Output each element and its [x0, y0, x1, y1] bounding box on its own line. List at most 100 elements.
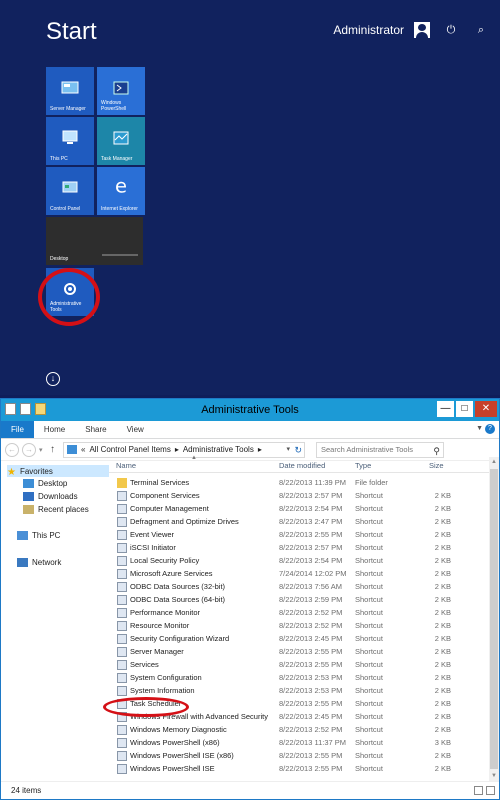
breadcrumb-administrative-tools[interactable]: Administrative Tools [183, 445, 254, 454]
file-date-modified: 8/22/2013 2:53 PM [279, 673, 343, 682]
file-row[interactable]: System Configuration 8/22/2013 2:53 PM Sho… [109, 672, 499, 685]
file-row[interactable]: Terminal Services 8/22/2013 11:39 PM File … [109, 477, 499, 490]
file-size: 2 KB [434, 764, 451, 773]
tab-file[interactable]: File [1, 421, 34, 438]
file-row[interactable]: Windows Memory Diagnostic 8/22/2013 2:52 … [109, 724, 499, 737]
file-size: 2 KB [434, 569, 451, 578]
nav-favorites[interactable]: ★ Favorites [7, 465, 109, 478]
file-name: System Information [130, 686, 195, 695]
user-name[interactable]: Administrator [333, 23, 404, 37]
large-icons-view-icon[interactable] [486, 786, 495, 795]
tile-this-pc[interactable]: This PC [46, 117, 94, 165]
breadcrumb-all-control-panel-items[interactable]: All Control Panel Items [89, 445, 170, 454]
file-row[interactable]: System Information 8/22/2013 2:53 PM Short… [109, 685, 499, 698]
column-date-modified[interactable]: Date modified [279, 461, 325, 470]
recent-places-icon [23, 505, 34, 514]
address-bar[interactable]: « All Control Panel Items ▸ Administrati… [63, 441, 305, 458]
title-bar[interactable]: Administrative Tools — □ ✕ [1, 399, 499, 421]
tab-home[interactable]: Home [34, 421, 75, 438]
file-name: Services [130, 660, 159, 669]
file-row[interactable]: Component Services 8/22/2013 2:57 PM Short… [109, 490, 499, 503]
nav-this-pc[interactable]: This PC [17, 531, 60, 540]
user-area[interactable]: Administrator ⏻ ⌕ [333, 22, 490, 38]
tab-view[interactable]: View [117, 421, 154, 438]
search-icon[interactable]: ⌕ [472, 24, 490, 37]
scroll-down-icon[interactable]: ▼ [489, 773, 499, 779]
expand-ribbon-icon[interactable]: ▼ [476, 425, 483, 432]
file-row[interactable]: Security Configuration Wizard 8/22/2013 2… [109, 633, 499, 646]
file-row[interactable]: ODBC Data Sources (64-bit) 8/22/2013 2:59… [109, 594, 499, 607]
column-name[interactable]: Name [116, 461, 136, 470]
file-row[interactable]: Windows PowerShell ISE (x86) 8/22/2013 2:… [109, 750, 499, 763]
file-row[interactable]: Performance Monitor 8/22/2013 2:52 PM Shor… [109, 607, 499, 620]
forward-button[interactable]: → [22, 442, 36, 457]
search-input[interactable]: Search Administrative Tools ⚲ [316, 441, 444, 458]
file-row[interactable]: Resource Monitor 8/22/2013 2:52 PM Shortcu… [109, 620, 499, 633]
tile-windows-powershell[interactable]: Windows PowerShell [97, 67, 145, 115]
file-date-modified: 8/22/2013 11:37 PM [279, 738, 346, 747]
file-row[interactable]: Microsoft Azure Services 7/24/2014 12:02 … [109, 568, 499, 581]
file-size: 2 KB [434, 673, 451, 682]
navigation-pane: ★ Favorites Desktop Downloads Recent pla… [1, 463, 109, 781]
file-row[interactable]: iSCSI Initiator 8/22/2013 2:57 PM Shortcut… [109, 542, 499, 555]
tab-share[interactable]: Share [75, 421, 116, 438]
shortcut-icon [117, 556, 127, 566]
file-size: 2 KB [434, 660, 451, 669]
breadcrumb-separator[interactable]: ▸ [175, 445, 179, 454]
search-icon: ⚲ [433, 445, 440, 456]
file-row[interactable]: Services 8/22/2013 2:55 PM Shortcut 2 KB [109, 659, 499, 672]
file-row[interactable]: Local Security Policy 8/22/2013 2:54 PM Sh… [109, 555, 499, 568]
column-size[interactable]: Size [429, 461, 444, 470]
file-name: ODBC Data Sources (64-bit) [130, 595, 226, 604]
minimize-button[interactable]: — [437, 401, 454, 417]
vertical-scrollbar[interactable]: ▲ ▼ [489, 457, 499, 781]
file-row[interactable]: Event Viewer 8/22/2013 2:55 PM Shortcut 2 K… [109, 529, 499, 542]
task-manager-icon [113, 131, 129, 145]
shortcut-icon [117, 621, 127, 631]
file-type: Shortcut [355, 569, 383, 578]
nav-desktop[interactable]: Desktop [23, 479, 67, 488]
tile-server-manager[interactable]: Server Manager [46, 67, 94, 115]
file-type: File folder [355, 478, 388, 487]
file-row[interactable]: ODBC Data Sources (32-bit) 8/22/2013 7:56… [109, 581, 499, 594]
shortcut-icon [117, 517, 127, 527]
user-avatar-icon[interactable] [414, 22, 430, 38]
back-button[interactable]: ← [5, 442, 19, 457]
file-row[interactable]: Windows PowerShell ISE 8/22/2013 2:55 PM S… [109, 763, 499, 776]
address-dropdown-icon[interactable]: ▾ [286, 445, 290, 453]
nav-downloads[interactable]: Downloads [23, 492, 78, 501]
file-date-modified: 8/22/2013 2:55 PM [279, 647, 343, 656]
all-apps-down-arrow-icon[interactable]: ↓ [46, 372, 60, 386]
file-name: ODBC Data Sources (32-bit) [130, 582, 226, 591]
up-button[interactable]: ↑ [50, 444, 60, 455]
nav-label: Network [32, 558, 62, 567]
file-name: Windows Memory Diagnostic [130, 725, 227, 734]
file-size: 2 KB [434, 582, 451, 591]
file-row[interactable]: Windows PowerShell (x86) 8/22/2013 11:37 … [109, 737, 499, 750]
recent-locations-icon[interactable]: ▾ [39, 446, 47, 454]
column-type[interactable]: Type [355, 461, 371, 470]
file-size: 2 KB [434, 647, 451, 656]
tile-desktop[interactable]: Desktop [46, 217, 143, 265]
tile-internet-explorer[interactable]: e Internet Explorer [97, 167, 145, 215]
refresh-icon[interactable]: ↻ [294, 445, 302, 456]
nav-network[interactable]: Network [17, 558, 61, 567]
scroll-up-icon[interactable]: ▲ [489, 459, 499, 465]
details-view-icon[interactable] [474, 786, 483, 795]
nav-recent-places[interactable]: Recent places [23, 505, 89, 514]
file-row[interactable]: Computer Management 8/22/2013 2:54 PM Shor… [109, 503, 499, 516]
power-icon[interactable]: ⏻ [442, 24, 460, 37]
shortcut-icon [117, 569, 127, 579]
breadcrumb-prefix[interactable]: « [81, 445, 85, 454]
scrollbar-thumb[interactable] [490, 469, 498, 769]
tile-control-panel[interactable]: Control Panel [46, 167, 94, 215]
maximize-button[interactable]: □ [456, 401, 473, 417]
file-row[interactable]: Defragment and Optimize Drives 8/22/2013 … [109, 516, 499, 529]
close-button[interactable]: ✕ [475, 401, 497, 417]
shortcut-icon [117, 608, 127, 618]
tile-task-manager[interactable]: Task Manager [97, 117, 145, 165]
file-row[interactable]: Server Manager 8/22/2013 2:55 PM Shortcut 2… [109, 646, 499, 659]
breadcrumb-separator[interactable]: ▸ [258, 445, 262, 454]
help-icon[interactable]: ? [485, 424, 495, 434]
file-date-modified: 8/22/2013 2:47 PM [279, 517, 343, 526]
